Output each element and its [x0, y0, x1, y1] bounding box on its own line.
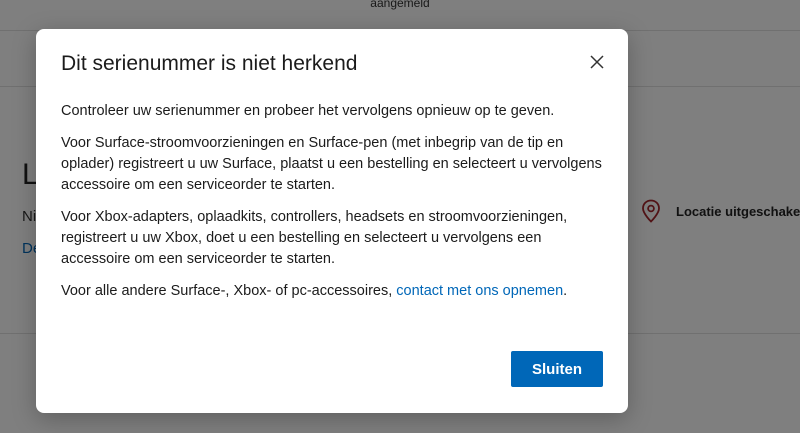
sluiten-button[interactable]: Sluiten: [511, 351, 603, 387]
paragraph-check-serial: Controleer uw serienummer en probeer het…: [61, 103, 555, 119]
paragraph-surface: Voor Surface-stroomvoorzieningen en Surf…: [61, 135, 602, 193]
close-icon: [590, 55, 604, 69]
close-button[interactable]: [586, 51, 608, 73]
paragraph-other-text: Voor alle andere Surface-, Xbox- of pc-a…: [61, 283, 397, 299]
paragraph-xbox: Voor Xbox-adapters, oplaadkits, controll…: [61, 209, 568, 267]
contact-us-link[interactable]: contact met ons opnemen: [396, 283, 563, 299]
dialog-title: Dit serienummer is niet herkend: [61, 52, 358, 75]
dialog-body: Controleer uw serienummer en probeer het…: [61, 101, 602, 302]
paragraph-other: Voor alle andere Surface-, Xbox- of pc-a…: [61, 281, 602, 302]
paragraph-other-suffix: .: [563, 283, 568, 299]
serial-not-recognized-dialog: Dit serienummer is niet herkend Controle…: [36, 29, 628, 413]
